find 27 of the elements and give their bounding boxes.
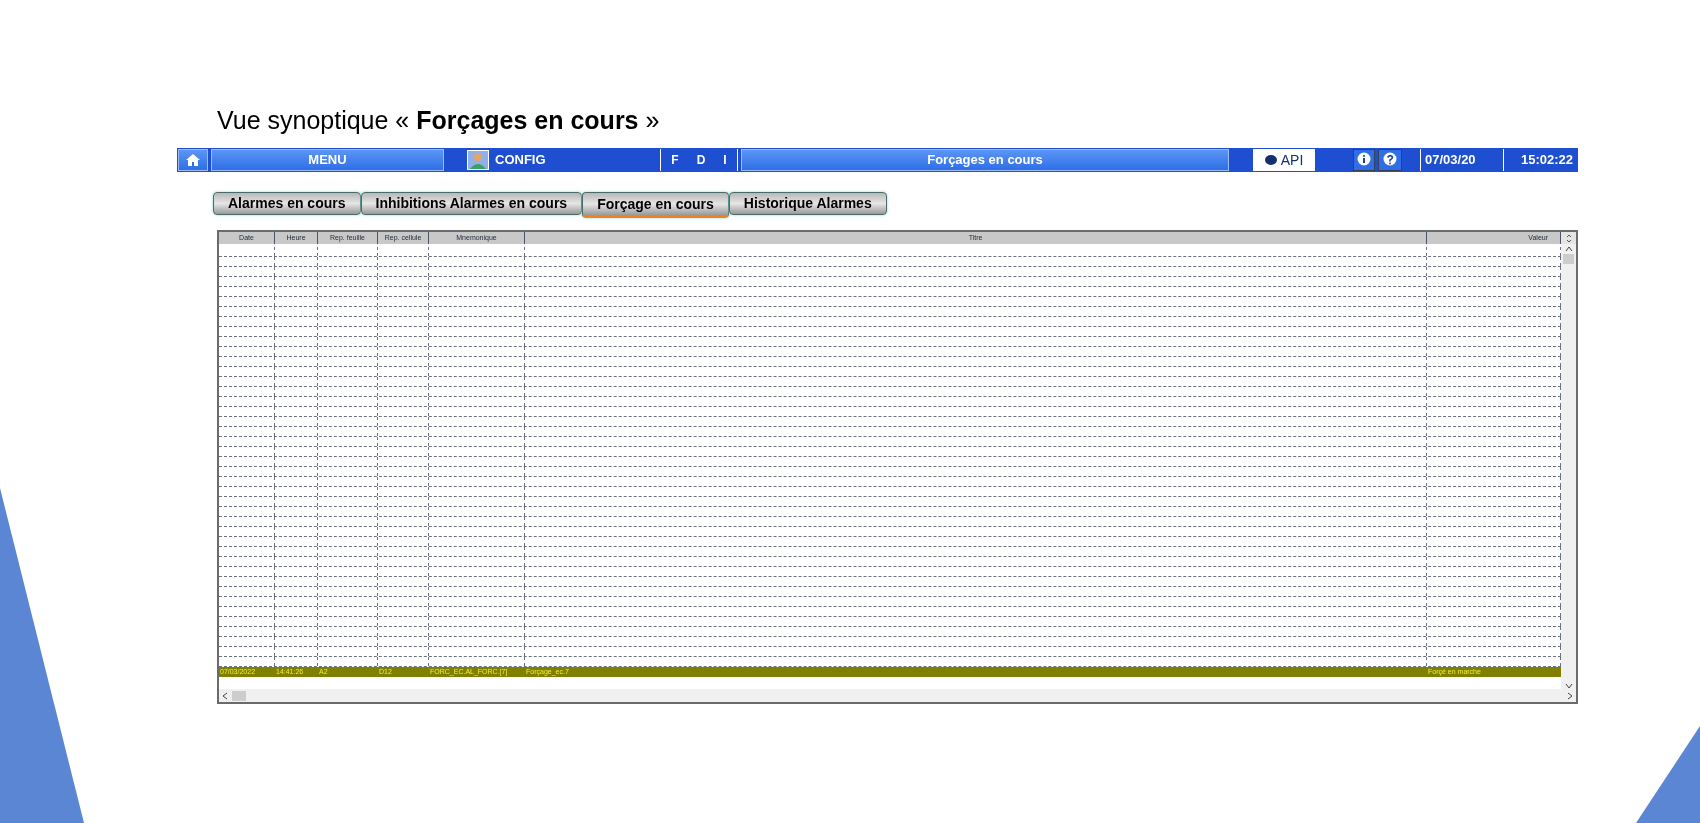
time-display: 15:02:22 bbox=[1503, 149, 1577, 171]
fdi-button[interactable]: D bbox=[696, 151, 706, 169]
help-icon bbox=[1382, 152, 1398, 168]
page-heading: Vue synoptique « Forçages en cours » bbox=[217, 106, 660, 134]
api-logo-icon bbox=[1264, 155, 1277, 165]
home-icon bbox=[185, 153, 201, 167]
screen-title: Forçages en cours bbox=[741, 149, 1229, 171]
tab[interactable]: Inhibitions Alarmes en cours bbox=[360, 192, 583, 215]
menu-button[interactable]: MENU bbox=[211, 149, 444, 171]
config-button[interactable]: CONFIG bbox=[447, 149, 657, 171]
scroll-thumb[interactable] bbox=[1563, 254, 1574, 264]
vertical-scrollbar[interactable] bbox=[1561, 244, 1576, 689]
tab[interactable]: Alarmes en cours bbox=[213, 192, 361, 215]
horizontal-scrollbar[interactable] bbox=[219, 689, 1576, 702]
user-icon bbox=[467, 150, 489, 170]
fdi-button[interactable]: F bbox=[671, 151, 679, 169]
info-icon bbox=[1356, 152, 1372, 168]
scroll-thumb[interactable] bbox=[232, 690, 246, 701]
fdi-button[interactable]: I bbox=[723, 151, 727, 169]
help-button[interactable] bbox=[1378, 149, 1402, 171]
tab[interactable]: Historique Alarmes bbox=[728, 192, 887, 215]
resize-icon bbox=[1565, 233, 1572, 243]
date-display: 07/03/20 bbox=[1420, 149, 1500, 171]
home-button[interactable] bbox=[178, 149, 208, 171]
tab[interactable]: Forçage en cours bbox=[582, 192, 729, 218]
api-badge: API bbox=[1253, 149, 1315, 171]
info-button[interactable] bbox=[1353, 149, 1375, 171]
